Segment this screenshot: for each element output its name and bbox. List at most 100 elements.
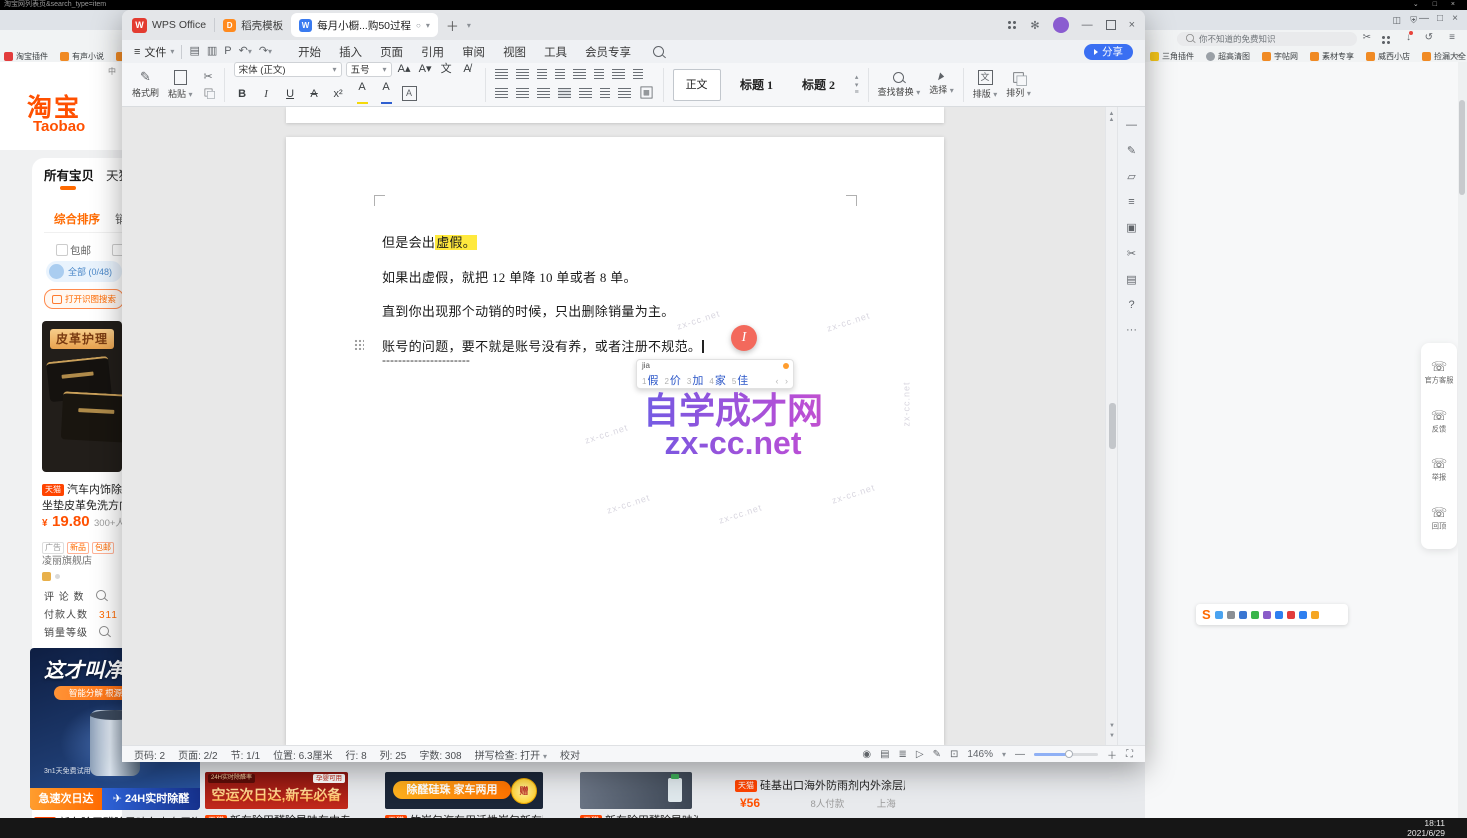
save-icon[interactable]: ▤	[189, 46, 199, 57]
apps-grid-icon[interactable]	[1007, 20, 1017, 30]
share-button[interactable]: 分享	[1084, 44, 1133, 60]
tab-all-items[interactable]: 所有宝贝	[44, 165, 94, 184]
reader-mode-icon[interactable]: ◫	[1392, 15, 1401, 26]
zoom-out-button[interactable]: —	[1015, 749, 1025, 760]
tab-tmall[interactable]: 天猫	[106, 165, 122, 184]
ribbon-tab[interactable]: 审阅	[453, 41, 494, 63]
lookup-icon[interactable]	[96, 590, 106, 600]
dashed-divider[interactable]: ----------------------	[382, 353, 470, 367]
format-painter-button[interactable]: ✎ 格式刷	[132, 70, 159, 99]
ribbon-tab[interactable]: 工具	[535, 41, 576, 63]
ribbon-tab[interactable]: 会员专享	[576, 41, 640, 63]
clear-format-icon[interactable]: A̸	[459, 62, 476, 76]
lookup-icon[interactable]	[99, 626, 109, 636]
export-pdf-icon[interactable]: P	[224, 46, 231, 57]
bookmark-item[interactable]: 有声小说	[60, 51, 104, 62]
browser-close-button[interactable]: ×	[1452, 13, 1458, 24]
bookmark-item[interactable]: 字帖网	[1262, 51, 1298, 62]
lang-switch[interactable]: 中	[108, 66, 116, 77]
fit-page-icon[interactable]: ⊡	[950, 749, 958, 760]
paragraph-1[interactable]: 但是会出虚假。	[382, 232, 477, 251]
image-search-button[interactable]: 打开识图搜索	[44, 289, 124, 309]
style-heading2[interactable]: 标题 2	[793, 70, 845, 100]
wps-restore-button[interactable]	[1106, 20, 1116, 30]
dock-icon[interactable]	[1215, 611, 1223, 619]
style-body[interactable]: 正文	[673, 69, 721, 101]
paragraph-3[interactable]: 直到你出现那个动销的时候，只出删除销量为主。	[382, 301, 675, 320]
collapse-icon[interactable]: —	[1126, 119, 1137, 131]
bullet-list-icon[interactable]	[495, 69, 508, 79]
side-panel-item[interactable]: ☏ 反馈	[1431, 409, 1447, 435]
wps-minimize-button[interactable]: —	[1082, 19, 1093, 31]
side-panel-item[interactable]: ☏ 官方客服	[1423, 360, 1455, 386]
product-title-line2[interactable]: 坐垫皮革免洗方向盘	[42, 496, 122, 514]
product-image-interior[interactable]	[580, 772, 692, 809]
chevron-down-icon[interactable]: ▾	[426, 21, 430, 30]
copy-icon[interactable]	[204, 89, 212, 97]
cut-icon[interactable]: ✂	[1363, 32, 1371, 43]
highlighted-text[interactable]: 虚假。	[435, 235, 477, 250]
free-shipping-checkbox[interactable]	[56, 244, 68, 256]
numbered-list-icon[interactable]	[516, 69, 529, 79]
dock-icon[interactable]	[1275, 611, 1283, 619]
dock-icon[interactable]	[1227, 611, 1235, 619]
text-tool-icon[interactable]: 文	[438, 62, 455, 76]
shop-name[interactable]: 凌丽旗舰店	[42, 552, 122, 567]
typeset-button[interactable]: 文 排版 ▾	[973, 70, 998, 100]
font-name-combo[interactable]: 宋体 (正文)▾	[234, 62, 342, 77]
eye-protect-icon[interactable]: ◉	[862, 749, 871, 760]
underline-button[interactable]: U	[282, 87, 299, 101]
bold-button[interactable]: B	[234, 87, 251, 101]
border-icon[interactable]: ▦	[640, 87, 652, 99]
topbar-window-controls[interactable]: ⌄ □ ×	[1413, 0, 1461, 10]
style-heading1[interactable]: 标题 1	[731, 70, 783, 100]
cut-icon[interactable]: ✂	[203, 70, 212, 84]
sort-icon[interactable]	[612, 69, 625, 79]
wps-close-button[interactable]: ×	[1129, 19, 1135, 31]
paste-button[interactable]: 粘贴 ▾	[168, 70, 193, 100]
product-banner-silica[interactable]: 除醛硅珠 家车两用 赠	[385, 772, 543, 809]
paragraph-layout-icon[interactable]	[594, 69, 604, 79]
docer-tab[interactable]: D 稻壳模板	[223, 18, 283, 33]
taobao-logo-en[interactable]: Taobao	[33, 118, 85, 135]
superscript-button[interactable]: x²	[330, 87, 347, 101]
doc-scrollbar[interactable]: ▲ ▲ ▼ ▼	[1105, 107, 1117, 745]
filter-all-pill[interactable]: 全部 (0/48)	[46, 261, 122, 282]
ribbon-tab[interactable]: 页面	[371, 41, 412, 63]
history-icon[interactable]: ↺	[1425, 32, 1433, 43]
styles-down-icon[interactable]: ▾	[855, 81, 859, 89]
search-input[interactable]: 你不知道的免费知识	[1177, 32, 1357, 46]
zoom-chevron-icon[interactable]: ▾	[1002, 750, 1006, 759]
shrink-font-icon[interactable]: A▾	[417, 62, 434, 76]
product-image[interactable]: 皮革护理	[42, 321, 122, 472]
dock-icon[interactable]	[1287, 611, 1295, 619]
prev-page-icon[interactable]: ▲	[1106, 117, 1117, 123]
side-panel-item[interactable]: ☏ 举报	[1431, 457, 1447, 483]
show-marks-icon[interactable]	[633, 69, 643, 79]
align-right-icon[interactable]	[537, 88, 550, 98]
dock-icon[interactable]	[1251, 611, 1259, 619]
font-color-button[interactable]: A	[378, 80, 395, 108]
taskbar-clock[interactable]: 18:11 2021/6/29	[1407, 819, 1445, 838]
settings-gear-icon[interactable]: ✻	[1030, 19, 1039, 32]
more-icon[interactable]: ···	[1126, 324, 1137, 336]
highlight-color-button[interactable]: A	[354, 80, 371, 108]
increase-indent-icon[interactable]	[555, 69, 565, 79]
sort-composite[interactable]: 综合排序	[54, 211, 100, 227]
page-view-icon[interactable]: ▤	[880, 749, 889, 760]
browser-menu-icon[interactable]: ≡	[1449, 32, 1455, 43]
ribbon-tab[interactable]: 视图	[494, 41, 535, 63]
strikethrough-button[interactable]: A	[306, 87, 323, 101]
page-1-bottom[interactable]	[286, 107, 944, 123]
wps-home-tab[interactable]: W WPS Office	[132, 18, 206, 33]
sort-sales[interactable]: 销量	[115, 211, 122, 227]
ribbon-tab[interactable]: 插入	[330, 41, 371, 63]
dock-icon[interactable]	[1239, 611, 1247, 619]
new-tab-button[interactable]: ＋	[446, 16, 459, 35]
line-spacing-icon[interactable]	[600, 88, 610, 98]
styles-up-icon[interactable]: ▴	[855, 73, 859, 81]
styles-more-icon[interactable]: ≡	[855, 89, 859, 96]
file-menu[interactable]: ≡ 文件 ▾	[134, 44, 174, 60]
document-tab-active[interactable]: W 每月小橱...购50过程 ○ ▾	[291, 13, 438, 37]
status-wordcount[interactable]: 字数: 308	[419, 747, 461, 762]
